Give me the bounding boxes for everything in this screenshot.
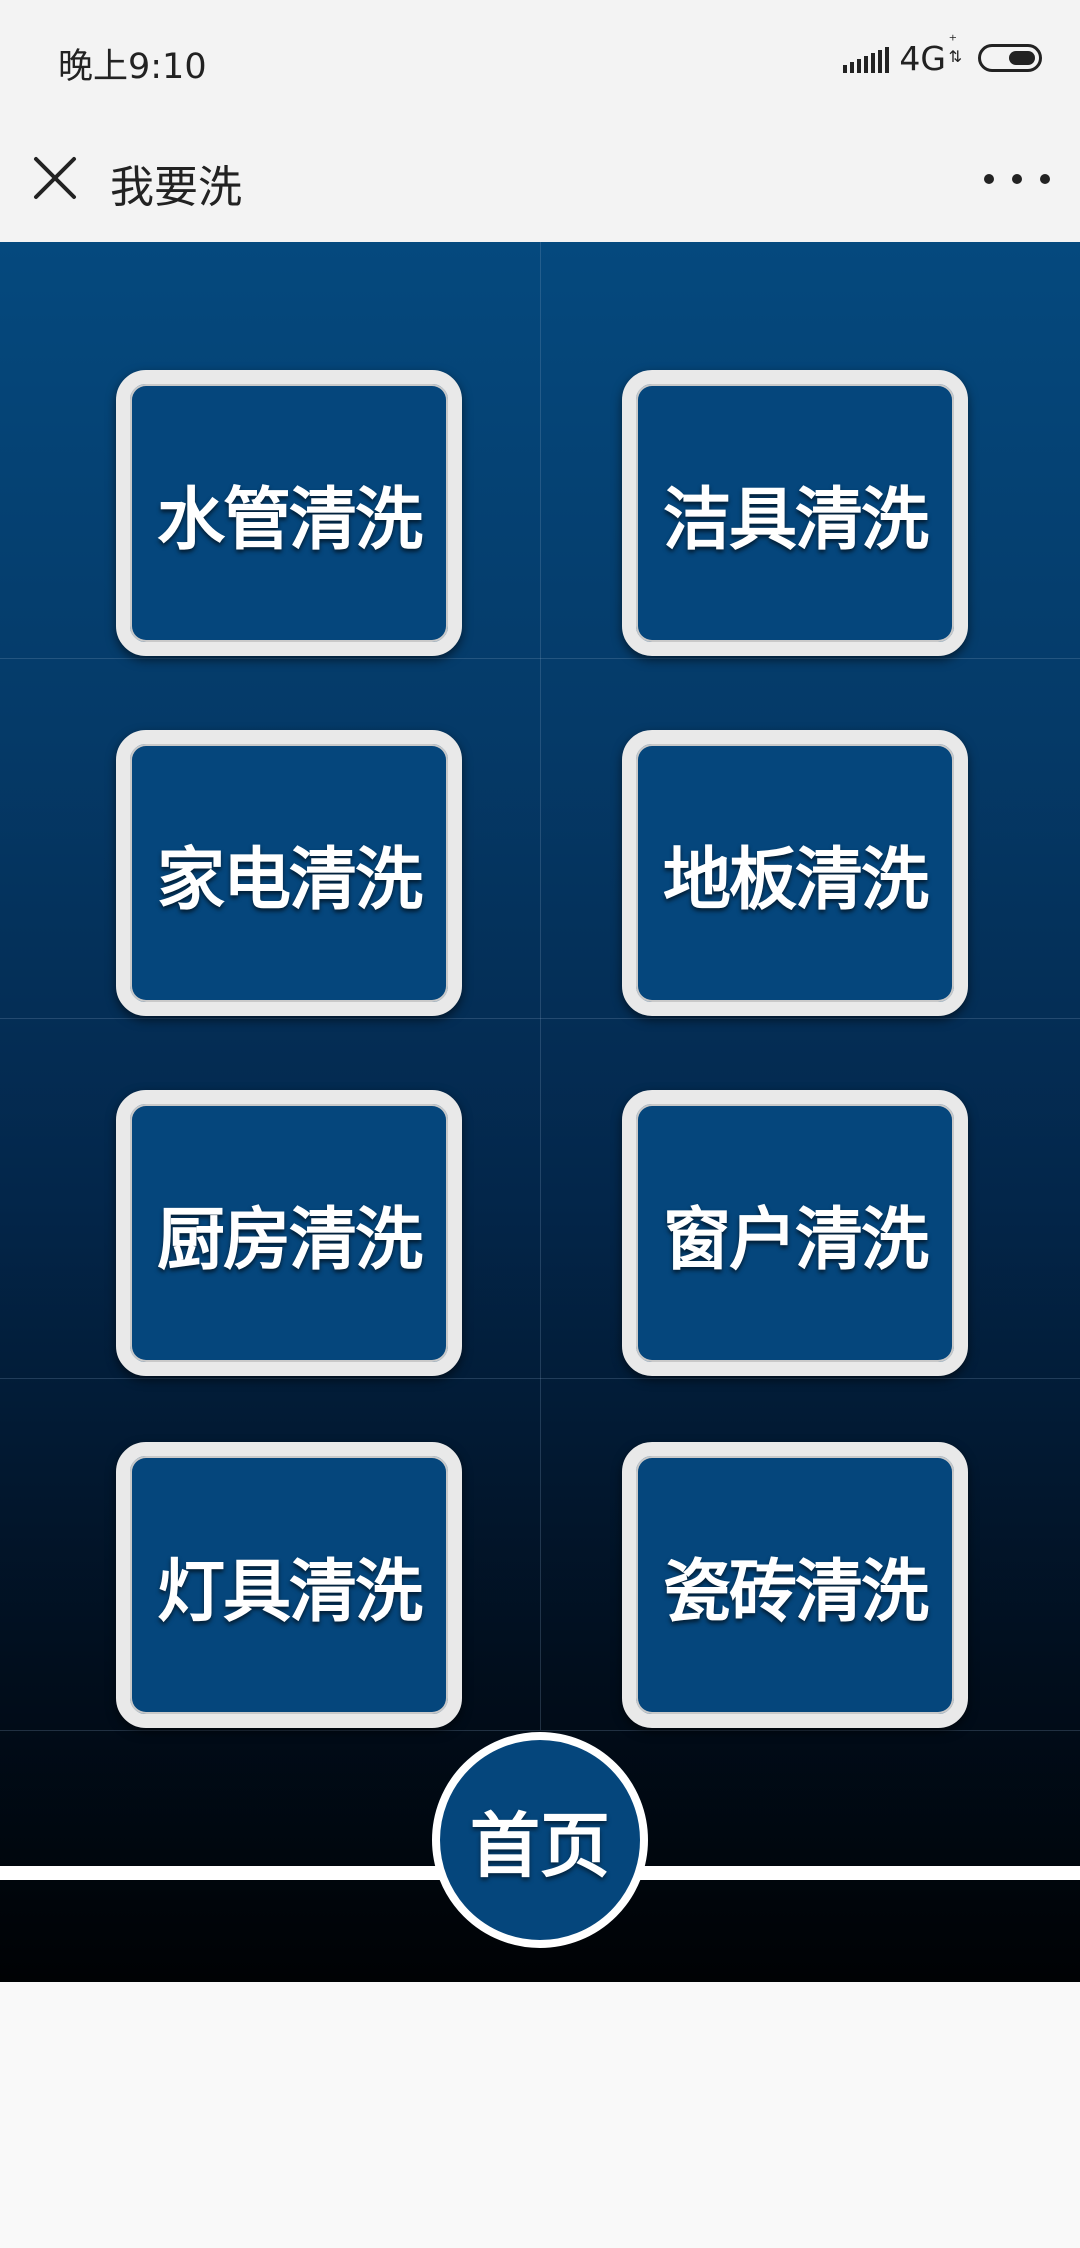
grid-divider xyxy=(0,1730,1080,1731)
data-arrows-icon: ⁺ ⇅ xyxy=(948,30,962,66)
tile-label: 窗户清洗 xyxy=(662,1200,929,1280)
tile-label: 洁具清洗 xyxy=(662,480,929,560)
tile-window-cleaning[interactable]: 窗户清洗 xyxy=(622,1090,968,1376)
close-icon[interactable] xyxy=(30,153,80,203)
status-icons: 4G ⁺ ⇅ xyxy=(843,32,1042,78)
grid-divider xyxy=(0,658,1080,659)
battery-icon xyxy=(978,44,1042,72)
tile-appliance-cleaning[interactable]: 家电清洗 xyxy=(116,730,462,1016)
tile-lamp-cleaning[interactable]: 灯具清洗 xyxy=(116,1442,462,1728)
service-grid: 水管清洗 洁具清洗 家电清洗 地板清洗 厨房清洗 窗户清洗 灯具清洗 瓷砖清洗 … xyxy=(0,242,1080,1982)
tile-label: 地板清洗 xyxy=(662,840,929,920)
tile-label: 瓷砖清洗 xyxy=(662,1552,929,1632)
tile-label: 水管清洗 xyxy=(156,480,423,560)
tile-kitchen-cleaning[interactable]: 厨房清洗 xyxy=(116,1090,462,1376)
grid-divider xyxy=(0,1378,1080,1379)
more-icon[interactable] xyxy=(984,159,1050,199)
page-title: 我要洗 xyxy=(110,162,242,213)
network-label: 4G ⁺ ⇅ xyxy=(899,32,962,78)
tile-tile-cleaning[interactable]: 瓷砖清洗 xyxy=(622,1442,968,1728)
home-button[interactable]: 首页 xyxy=(432,1732,648,1948)
signal-icon xyxy=(843,43,890,73)
home-label: 首页 xyxy=(470,1804,610,1887)
tile-floor-cleaning[interactable]: 地板清洗 xyxy=(622,730,968,1016)
nav-bar: 我要洗 xyxy=(0,115,1080,242)
tile-label: 灯具清洗 xyxy=(156,1552,423,1632)
status-time: 晚上9:10 xyxy=(58,47,207,87)
tile-label: 家电清洗 xyxy=(156,840,423,920)
tile-sanitary-cleaning[interactable]: 洁具清洗 xyxy=(622,370,968,656)
status-bar: 晚上9:10 4G ⁺ ⇅ xyxy=(0,0,1080,115)
network-type: 4G xyxy=(899,38,946,78)
tile-label: 厨房清洗 xyxy=(156,1200,423,1280)
grid-divider-vertical xyxy=(540,242,541,1730)
tile-pipe-cleaning[interactable]: 水管清洗 xyxy=(116,370,462,656)
grid-divider xyxy=(0,1018,1080,1019)
page-bottom xyxy=(0,1982,1080,2248)
